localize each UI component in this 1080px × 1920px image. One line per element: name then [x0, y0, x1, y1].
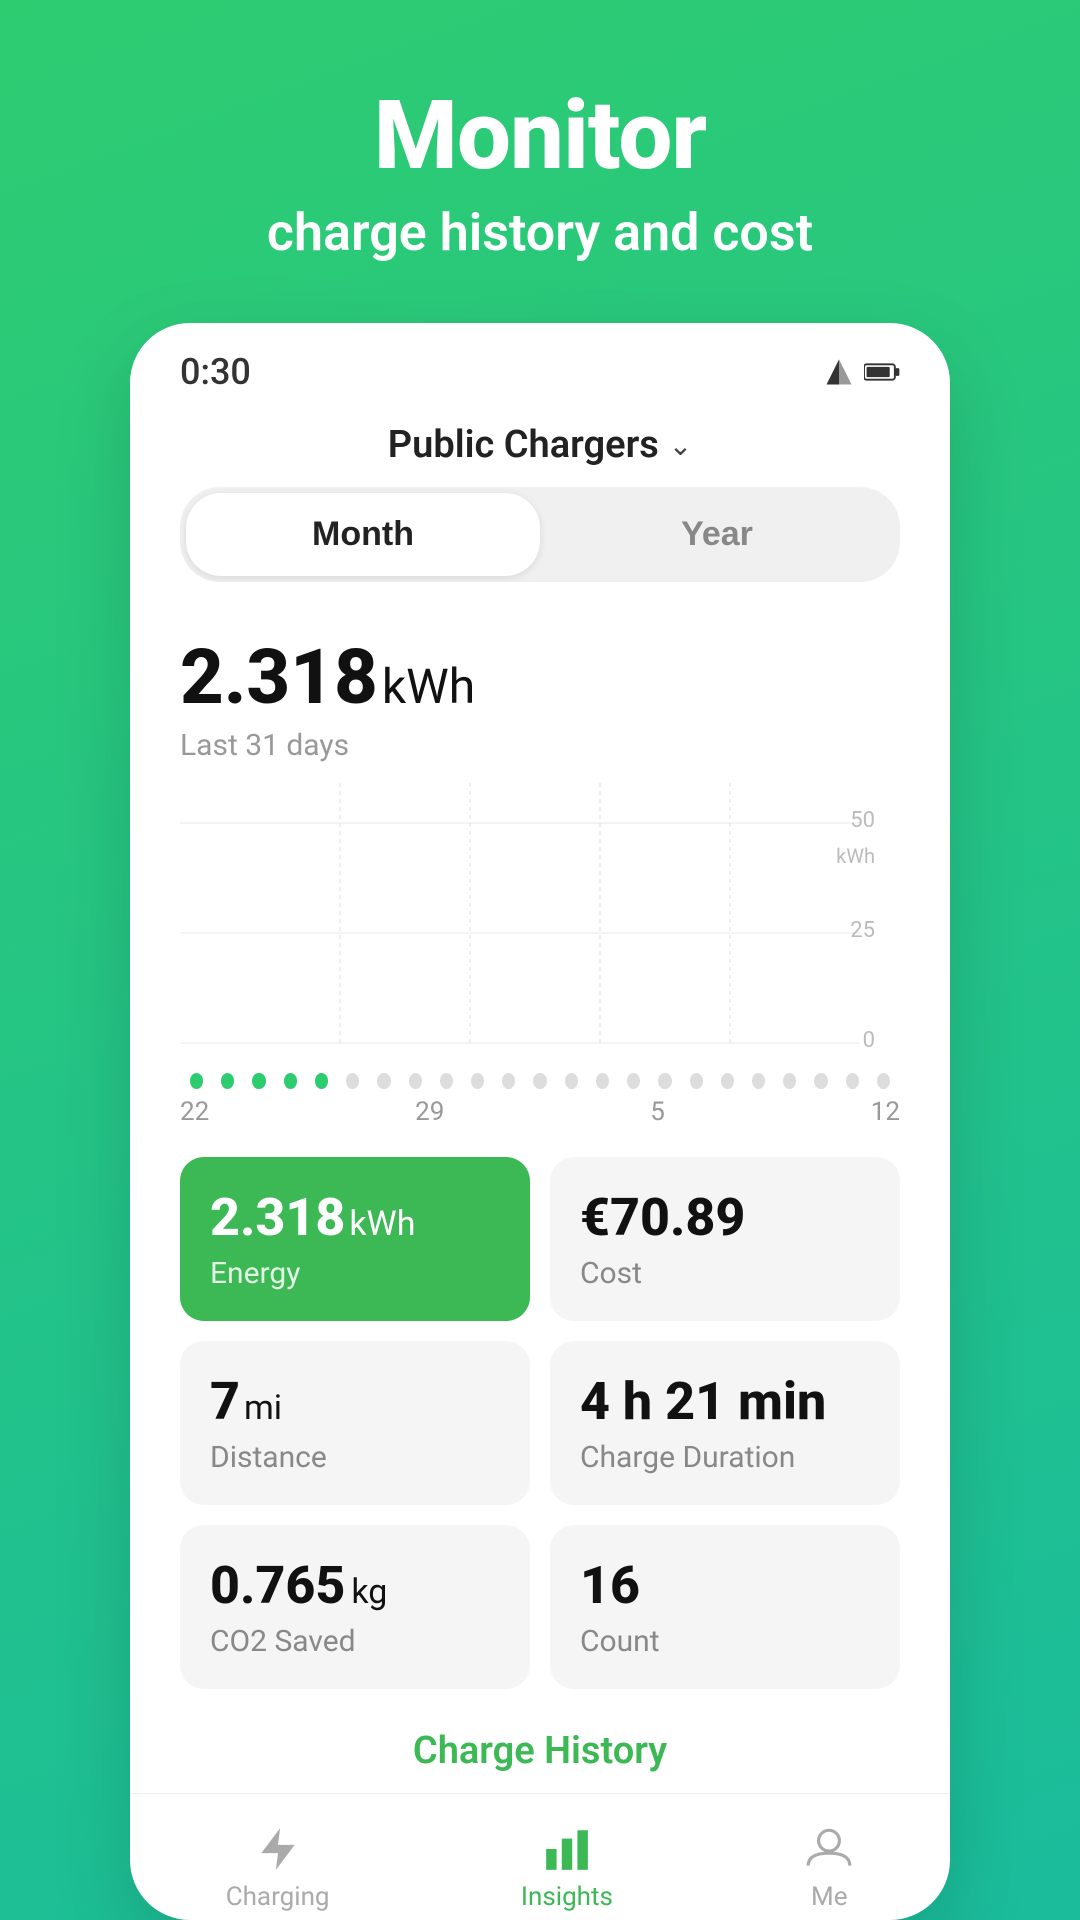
chevron-down-icon: ⌄	[669, 429, 692, 462]
status-icons	[824, 357, 900, 387]
chart-dot-inactive-7	[533, 1073, 546, 1089]
nav-label-insights: Insights	[521, 1882, 613, 1912]
stat-duration-value-row: 4 h 21 min	[580, 1371, 870, 1432]
nav-item-me[interactable]: Me	[754, 1814, 904, 1920]
chart-dot-inactive-18	[877, 1073, 890, 1089]
energy-unit: kWh	[382, 658, 475, 715]
stat-card-cost: €70.89 Cost	[550, 1157, 900, 1321]
chart-dot-inactive-14	[752, 1073, 765, 1089]
stat-co2-label: CO2 Saved	[210, 1624, 500, 1659]
stat-card-co2: 0.765 kg CO2 Saved	[180, 1525, 530, 1689]
bottom-nav: Charging Insights Me	[130, 1793, 950, 1920]
stat-energy-unit: kWh	[349, 1204, 415, 1244]
stat-cost-label: Cost	[580, 1256, 870, 1291]
stat-distance-unit: mi	[244, 1388, 282, 1428]
charger-selector[interactable]: Public Chargers ⌄	[130, 423, 950, 467]
stat-co2-value: 0.765	[210, 1555, 345, 1616]
stat-cost-value-row: €70.89	[580, 1187, 870, 1248]
charger-selector-label: Public Chargers	[388, 423, 659, 467]
chart-dot-inactive-17	[846, 1073, 859, 1089]
stat-count-value-row: 16	[580, 1555, 870, 1616]
chart-svg: 50 kWh 25 0	[180, 783, 900, 1063]
chart-dot-inactive-9	[596, 1073, 609, 1089]
chart-label-29: 29	[415, 1097, 444, 1127]
nav-label-charging: Charging	[226, 1882, 330, 1912]
chart-dot-inactive-6	[502, 1073, 515, 1089]
bar-chart-icon	[542, 1824, 592, 1874]
hero-title: Monitor	[374, 80, 706, 192]
charge-history-btn[interactable]: Charge History	[180, 1729, 900, 1773]
hero-subtitle: charge history and cost	[267, 202, 813, 263]
chart-dot-active-4	[284, 1073, 297, 1089]
stat-count-value: 16	[580, 1555, 640, 1616]
chart-dot-inactive-13	[721, 1073, 734, 1089]
nav-label-me: Me	[811, 1882, 848, 1912]
stat-count-label: Count	[580, 1624, 870, 1659]
signal-icon	[824, 357, 854, 387]
stat-energy-label: Energy	[210, 1256, 500, 1291]
stat-co2-unit: kg	[351, 1572, 387, 1612]
bolt-icon	[253, 1824, 303, 1874]
chart-dot-inactive-1	[346, 1073, 359, 1089]
chart-dot-inactive-10	[627, 1073, 640, 1089]
svg-text:25: 25	[850, 918, 875, 943]
energy-value: 2.318	[180, 632, 378, 722]
stat-card-energy: 2.318 kWh Energy	[180, 1157, 530, 1321]
nav-item-insights[interactable]: Insights	[471, 1814, 663, 1920]
chart-dot-inactive-5	[471, 1073, 484, 1089]
status-bar: 0:30	[130, 323, 950, 403]
stat-co2-value-row: 0.765 kg	[210, 1555, 500, 1616]
charge-history-label[interactable]: Charge History	[413, 1729, 667, 1773]
stat-distance-value-row: 7 mi	[210, 1371, 500, 1432]
stat-distance-label: Distance	[210, 1440, 500, 1475]
chart-dot-inactive-16	[814, 1073, 827, 1089]
battery-icon	[864, 357, 900, 387]
stats-grid: 2.318 kWh Energy €70.89 Cost 7 mi Distan…	[180, 1157, 900, 1689]
chart-dot-active-3	[252, 1073, 265, 1089]
tab-year[interactable]: Year	[540, 493, 894, 576]
stat-duration-label: Charge Duration	[580, 1440, 870, 1475]
chart-x-labels: 22 29 5 12	[130, 1089, 950, 1127]
chart-dot-inactive-3	[409, 1073, 422, 1089]
stat-energy-value-row: 2.318 kWh	[210, 1187, 500, 1248]
chart-dot-inactive-4	[440, 1073, 453, 1089]
stat-distance-value: 7	[210, 1371, 240, 1432]
status-time: 0:30	[180, 351, 251, 393]
phone-frame: 0:30 Public Chargers ⌄ Month Year 2.318	[130, 323, 950, 1920]
chart-dot-active-1	[190, 1073, 203, 1089]
stat-duration-value: 4 h 21 min	[580, 1371, 826, 1432]
chart-dot-inactive-8	[565, 1073, 578, 1089]
energy-period: Last 31 days	[180, 728, 900, 763]
chart-area: 50 kWh 25 0	[180, 783, 900, 1063]
stat-energy-value: 2.318	[210, 1187, 345, 1248]
stat-card-duration: 4 h 21 min Charge Duration	[550, 1341, 900, 1505]
svg-text:0: 0	[863, 1028, 875, 1053]
chart-dot-inactive-12	[690, 1073, 703, 1089]
stat-card-count: 16 Count	[550, 1525, 900, 1689]
tab-month[interactable]: Month	[186, 493, 540, 576]
chart-label-5: 5	[650, 1097, 665, 1127]
stat-cost-value: €70.89	[580, 1187, 745, 1248]
person-icon	[804, 1824, 854, 1874]
chart-label-12: 12	[871, 1097, 900, 1127]
svg-text:50: 50	[850, 808, 875, 833]
chart-dot-inactive-2	[377, 1073, 390, 1089]
nav-item-charging[interactable]: Charging	[176, 1814, 380, 1920]
chart-dots-row	[180, 1073, 900, 1089]
chart-dot-inactive-11	[658, 1073, 671, 1089]
chart-dot-active-5	[315, 1073, 328, 1089]
chart-label-22: 22	[180, 1097, 209, 1127]
energy-summary: 2.318 kWh Last 31 days	[130, 602, 950, 763]
svg-text:kWh: kWh	[836, 844, 875, 868]
chart-dot-active-2	[221, 1073, 234, 1089]
tab-switcher: Month Year	[180, 487, 900, 582]
stat-card-distance: 7 mi Distance	[180, 1341, 530, 1505]
chart-dot-inactive-15	[783, 1073, 796, 1089]
energy-value-row: 2.318 kWh	[180, 632, 900, 722]
